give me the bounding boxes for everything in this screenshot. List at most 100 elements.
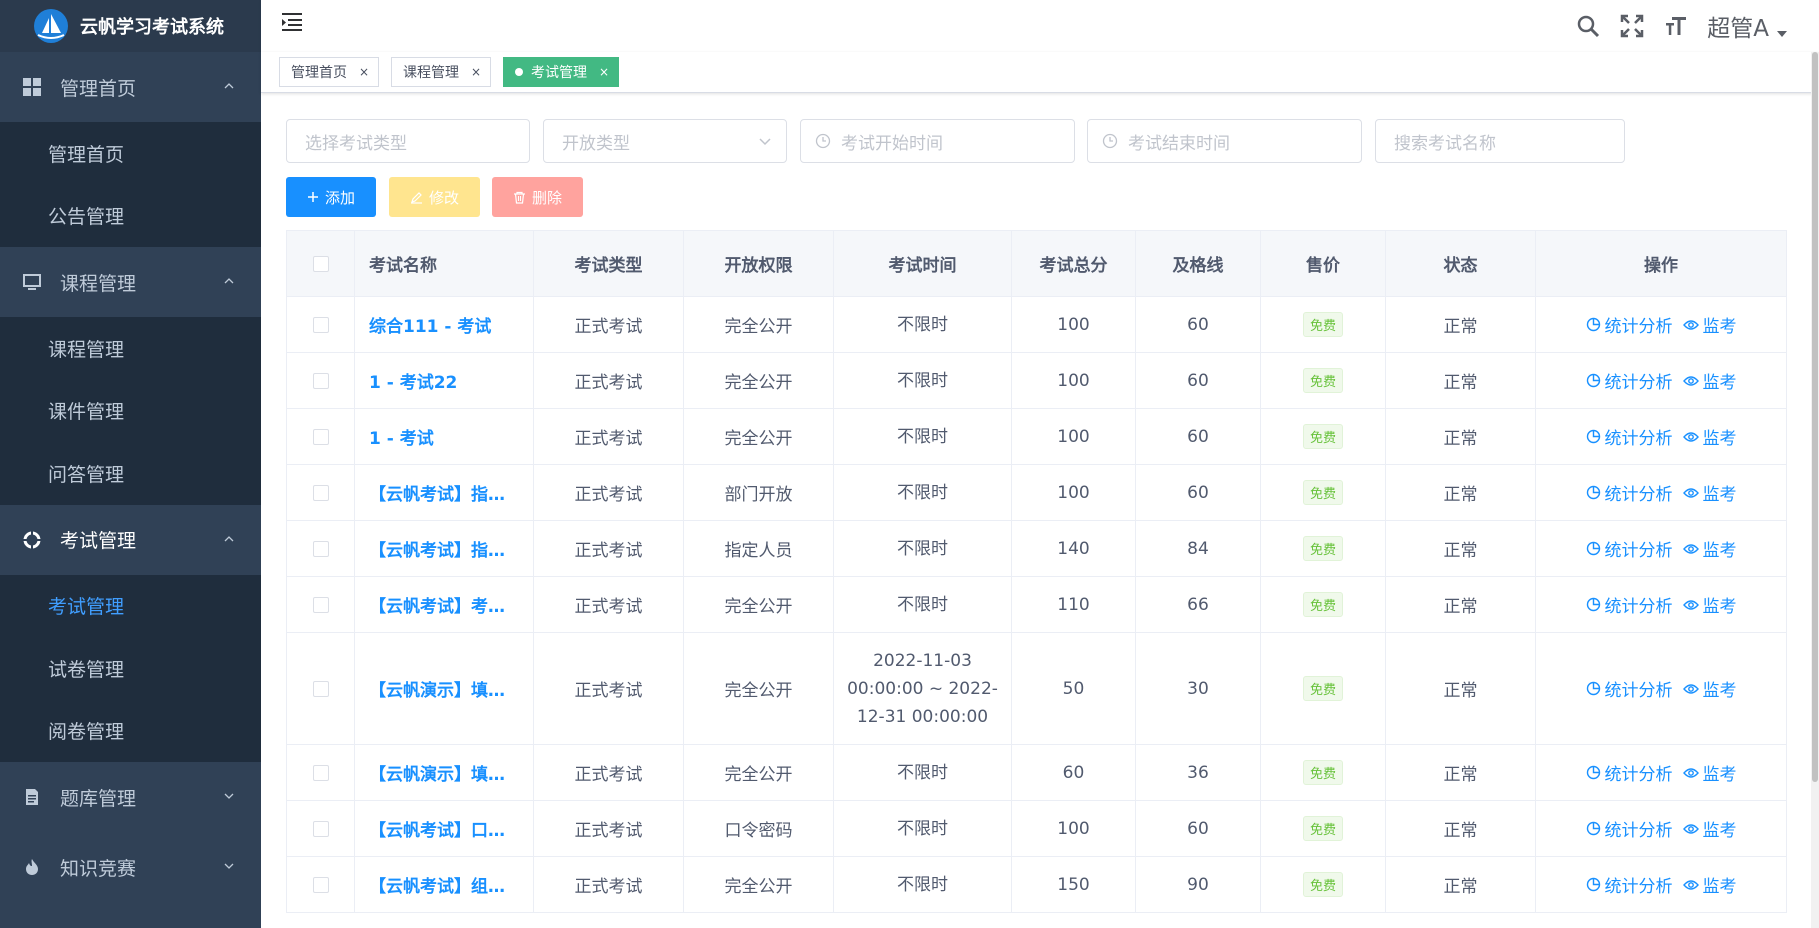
monitor-link[interactable]: 监考: [1682, 760, 1737, 785]
sidebar-item-course[interactable]: 课程管理: [0, 317, 261, 380]
sidebar-item-exam[interactable]: 考试管理: [0, 575, 261, 638]
sidebar-item-label: 课件管理: [48, 401, 125, 424]
edit-button[interactable]: 修改: [389, 177, 480, 217]
exam-name-link[interactable]: 综合111 - 考试: [354, 296, 534, 353]
menu-title-question-bank[interactable]: 题库管理: [0, 762, 261, 832]
stats-link[interactable]: 统计分析: [1586, 760, 1673, 785]
row-checkbox[interactable]: [312, 680, 329, 697]
stats-link[interactable]: 统计分析: [1586, 592, 1673, 617]
search-input[interactable]: 搜索考试名称: [1375, 119, 1625, 163]
pass-line-cell: 36: [1135, 744, 1261, 801]
row-select-cell: [286, 408, 355, 465]
monitor-link[interactable]: 监考: [1682, 536, 1737, 561]
scrollbar-thumb[interactable]: [1812, 52, 1818, 782]
table-row: 【云帆演示】填… 正式考试 完全公开 2022-11-03 00:00:00 ~ 20…: [286, 632, 1787, 745]
user-dropdown[interactable]: 超管A: [1707, 9, 1787, 43]
exam-name-link[interactable]: 【云帆考试】口…: [354, 800, 534, 857]
dashboard-icon: [22, 77, 42, 97]
logo[interactable]: 云帆学习考试系统: [0, 0, 261, 52]
total-score-cell: 110: [1011, 576, 1136, 633]
price-tag: 免费: [1302, 480, 1343, 505]
select-all-checkbox[interactable]: [312, 255, 329, 272]
close-icon[interactable]: ×: [599, 65, 609, 79]
monitor-link[interactable]: 监考: [1682, 816, 1737, 841]
add-button[interactable]: 添加: [286, 177, 376, 217]
exam-name-link[interactable]: 【云帆演示】填…: [354, 632, 534, 745]
exam-time-cell: 不限时: [833, 296, 1012, 353]
open-type-select[interactable]: 开放类型: [543, 119, 787, 163]
monitor-link[interactable]: 监考: [1682, 480, 1737, 505]
actions-cell: 统计分析 监考: [1535, 464, 1787, 521]
row-select-cell: [286, 576, 355, 633]
sidebar-item-notice[interactable]: 公告管理: [0, 185, 261, 248]
row-checkbox[interactable]: [312, 876, 329, 893]
sidebar-item-courseware[interactable]: 课件管理: [0, 380, 261, 443]
menu-title-contest[interactable]: 知识竞赛: [0, 832, 261, 902]
stats-link[interactable]: 统计分析: [1586, 424, 1673, 449]
exam-name-link[interactable]: 【云帆演示】填…: [354, 744, 534, 801]
row-checkbox[interactable]: [312, 820, 329, 837]
sidebar-item-qa[interactable]: 问答管理: [0, 442, 261, 505]
fullscreen-icon[interactable]: [1619, 13, 1645, 39]
eye-icon: [1682, 488, 1699, 498]
column-header[interactable]: 考试名称: [354, 230, 534, 297]
exam-name-link[interactable]: 1 - 考试: [354, 408, 534, 465]
tag-course[interactable]: 课程管理 ×: [391, 57, 492, 87]
exam-name-link[interactable]: 1 - 考试22: [354, 352, 534, 409]
row-checkbox[interactable]: [312, 484, 329, 501]
sidebar-item-home[interactable]: 管理首页: [0, 122, 261, 185]
select-all-cell: [286, 230, 355, 297]
row-checkbox[interactable]: [312, 428, 329, 445]
tag-home[interactable]: 管理首页 ×: [279, 57, 380, 87]
row-checkbox[interactable]: [312, 316, 329, 333]
stats-link[interactable]: 统计分析: [1586, 536, 1673, 561]
menu-title-exam[interactable]: 考试管理: [0, 504, 261, 575]
delete-button[interactable]: 删除: [492, 177, 583, 217]
end-time-picker[interactable]: 考试结束时间: [1087, 119, 1362, 163]
edit-label: 修改: [428, 188, 459, 207]
fire-icon: [22, 857, 42, 877]
start-time-picker[interactable]: 考试开始时间: [800, 119, 1075, 163]
pie-chart-icon: [1586, 821, 1600, 835]
monitor-link[interactable]: 监考: [1682, 368, 1737, 393]
menu-fold-icon[interactable]: [281, 10, 305, 32]
sidebar-item-paper[interactable]: 试卷管理: [0, 637, 261, 700]
menu-title-course[interactable]: 课程管理: [0, 247, 261, 317]
actions-cell: 统计分析 监考: [1535, 408, 1787, 465]
search-icon[interactable]: [1575, 13, 1601, 39]
stats-link[interactable]: 统计分析: [1586, 480, 1673, 505]
exam-type-select[interactable]: 选择考试类型: [286, 119, 530, 163]
menu-title-home[interactable]: 管理首页: [0, 52, 261, 122]
close-icon[interactable]: ×: [359, 65, 369, 79]
monitor-link[interactable]: 监考: [1682, 424, 1737, 449]
exam-type-cell: 正式考试: [533, 352, 684, 409]
monitor-link[interactable]: 监考: [1682, 592, 1737, 618]
stats-link[interactable]: 统计分析: [1586, 676, 1673, 701]
stats-link[interactable]: 统计分析: [1586, 312, 1673, 337]
exam-name-link[interactable]: 【云帆考试】指…: [354, 520, 534, 577]
access-cell: 完全公开: [683, 296, 834, 353]
stats-link[interactable]: 统计分析: [1586, 368, 1673, 393]
exam-name-link[interactable]: 【云帆考试】组…: [354, 856, 534, 913]
monitor-label: 监考: [1702, 681, 1737, 702]
tag-exam[interactable]: 考试管理 ×: [503, 57, 620, 87]
exam-name-link[interactable]: 【云帆考试】考…: [354, 576, 534, 633]
table-body: 综合111 - 考试 正式考试 完全公开 不限时 100 60 免费 正常 统计分析 监考 1 - …: [286, 296, 1787, 913]
monitor-label: 监考: [1702, 597, 1737, 618]
stats-link[interactable]: 统计分析: [1586, 816, 1673, 841]
row-checkbox[interactable]: [312, 764, 329, 781]
exam-name-link[interactable]: 【云帆考试】指…: [354, 464, 534, 521]
row-checkbox[interactable]: [312, 372, 329, 389]
page-scrollbar[interactable]: [1811, 52, 1819, 928]
sidebar-item-marking[interactable]: 阅卷管理: [0, 700, 261, 763]
row-checkbox[interactable]: [312, 596, 329, 613]
stats-link[interactable]: 统计分析: [1586, 872, 1673, 897]
row-checkbox[interactable]: [312, 540, 329, 557]
status-cell: 正常: [1385, 352, 1536, 409]
close-icon[interactable]: ×: [471, 65, 481, 79]
exam-time-cell: 不限时: [833, 856, 1012, 913]
monitor-link[interactable]: 监考: [1682, 872, 1737, 897]
monitor-link[interactable]: 监考: [1682, 676, 1737, 702]
monitor-link[interactable]: 监考: [1682, 312, 1737, 337]
font-size-icon[interactable]: [1663, 13, 1689, 39]
